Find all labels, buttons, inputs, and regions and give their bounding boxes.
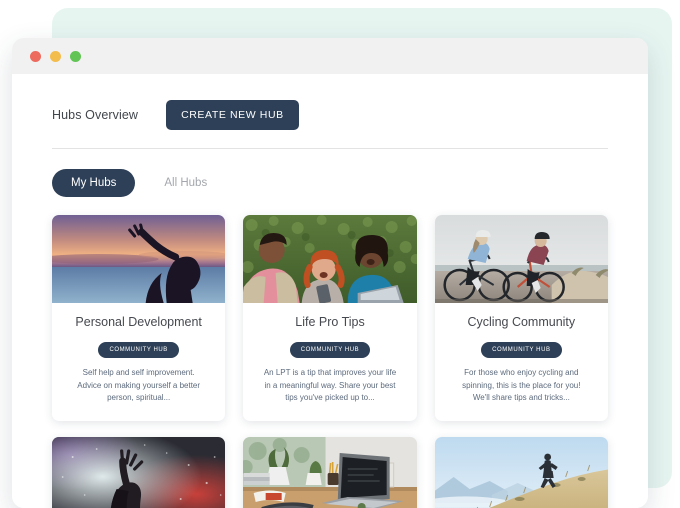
hub-card-thumbnail: [243, 215, 416, 303]
hub-card-body: Life Pro Tips COMMUNITY HUB An LPT is a …: [243, 303, 416, 421]
status-badge: COMMUNITY HUB: [290, 342, 370, 358]
status-badge: COMMUNITY HUB: [481, 342, 561, 358]
three-friends-laughing-hedge-image: [243, 215, 416, 303]
header-divider: [52, 148, 608, 149]
hub-card[interactable]: Cycling Community COMMUNITY HUB For thos…: [435, 215, 608, 421]
trail-runner-mountain-ridge-image: [435, 437, 608, 508]
hub-card-grid-row-two: [52, 437, 608, 508]
create-new-hub-button[interactable]: CREATE NEW HUB: [166, 100, 299, 130]
tab-all-hubs[interactable]: All Hubs: [145, 169, 226, 197]
hub-card-body: Personal Development COMMUNITY HUB Self …: [52, 303, 225, 421]
close-window-icon[interactable]: [30, 51, 41, 62]
silhouette-sunset-ocean-image: [52, 215, 225, 303]
desk-laptop-workspace-image: [243, 437, 416, 508]
page-content: Hubs Overview CREATE NEW HUB My Hubs All…: [12, 74, 648, 508]
hub-card-thumbnail: [435, 437, 608, 508]
hub-card-title: Cycling Community: [447, 315, 596, 329]
minimize-window-icon[interactable]: [50, 51, 61, 62]
hub-card-title: Personal Development: [64, 315, 213, 329]
page-header: Hubs Overview CREATE NEW HUB: [52, 74, 608, 130]
window-title-bar: [12, 38, 648, 74]
status-badge: COMMUNITY HUB: [98, 342, 178, 358]
hub-card-thumbnail: [52, 215, 225, 303]
hub-card-thumbnail: [52, 437, 225, 508]
hub-card-thumbnail: [435, 215, 608, 303]
hub-card[interactable]: [435, 437, 608, 508]
page-title: Hubs Overview: [52, 108, 138, 122]
concert-smoke-raised-hand-image: [52, 437, 225, 508]
hub-card-title: Life Pro Tips: [255, 315, 404, 329]
hub-card[interactable]: Personal Development COMMUNITY HUB Self …: [52, 215, 225, 421]
hub-filter-tabs: My Hubs All Hubs: [52, 169, 608, 197]
hub-card-description: An LPT is a tip that improves your life …: [255, 367, 404, 405]
browser-window: Hubs Overview CREATE NEW HUB My Hubs All…: [12, 38, 648, 508]
maximize-window-icon[interactable]: [70, 51, 81, 62]
hub-card[interactable]: Life Pro Tips COMMUNITY HUB An LPT is a …: [243, 215, 416, 421]
hub-card[interactable]: [243, 437, 416, 508]
hub-card-grid: Personal Development COMMUNITY HUB Self …: [52, 215, 608, 421]
hub-card-description: Self help and self improvement. Advice o…: [64, 367, 213, 405]
hub-card[interactable]: [52, 437, 225, 508]
two-cyclists-coastal-road-image: [435, 215, 608, 303]
hub-card-thumbnail: [243, 437, 416, 508]
hub-card-description: For those who enjoy cycling and spinning…: [447, 367, 596, 405]
tab-my-hubs[interactable]: My Hubs: [52, 169, 135, 197]
hub-card-body: Cycling Community COMMUNITY HUB For thos…: [435, 303, 608, 421]
